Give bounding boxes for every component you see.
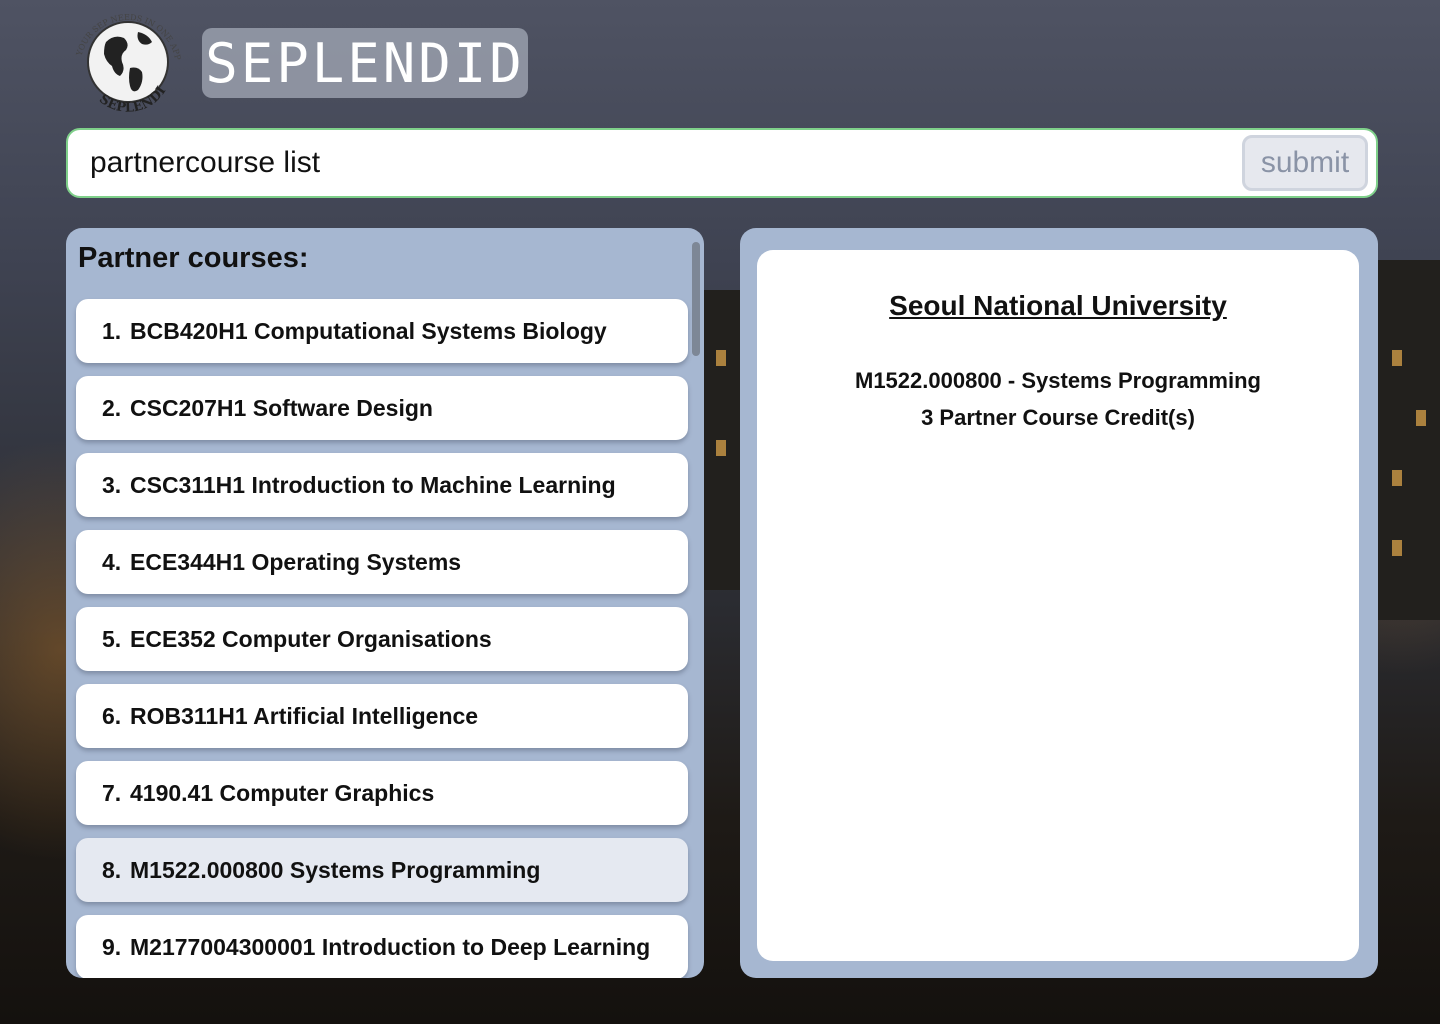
scrollbar-thumb[interactable] bbox=[692, 242, 700, 356]
course-list-item[interactable]: 1. BCB420H1 Computational Systems Biolog… bbox=[76, 299, 688, 363]
course-label: M1522.000800 Systems Programming bbox=[130, 856, 541, 883]
course-list-item[interactable]: 7. 4190.41 Computer Graphics bbox=[76, 761, 688, 825]
background-window bbox=[1416, 410, 1426, 426]
course-list-item[interactable]: 5. ECE352 Computer Organisations bbox=[76, 607, 688, 671]
background-building bbox=[1378, 260, 1440, 620]
course-credits: 3 Partner Course Credit(s) bbox=[921, 405, 1195, 430]
course-label: CSC311H1 Introduction to Machine Learnin… bbox=[130, 471, 616, 498]
background-window bbox=[1392, 350, 1402, 366]
command-input[interactable] bbox=[68, 130, 1242, 196]
command-bar: submit bbox=[66, 128, 1378, 198]
course-label: 4190.41 Computer Graphics bbox=[130, 779, 435, 806]
course-number: 3. bbox=[102, 471, 122, 498]
course-label: M2177004300001 Introduction to Deep Lear… bbox=[130, 933, 651, 960]
course-code-title: M1522.000800 - Systems Programming bbox=[855, 368, 1261, 393]
course-number: 6. bbox=[102, 702, 122, 729]
background-window bbox=[716, 440, 726, 456]
course-label: BCB420H1 Computational Systems Biology bbox=[130, 317, 607, 344]
course-number: 4. bbox=[102, 548, 122, 575]
course-list: 1. BCB420H1 Computational Systems Biolog… bbox=[76, 299, 688, 978]
course-list-item[interactable]: 6. ROB311H1 Artificial Intelligence bbox=[76, 684, 688, 748]
course-number: 9. bbox=[102, 933, 122, 960]
course-list-item[interactable]: 2. CSC207H1 Software Design bbox=[76, 376, 688, 440]
course-label: ROB311H1 Artificial Intelligence bbox=[130, 702, 479, 729]
course-list-item[interactable]: 9. M2177004300001 Introduction to Deep L… bbox=[76, 915, 688, 978]
university-name: Seoul National University bbox=[889, 290, 1227, 321]
globe-logo: YOUR SEP NEEDS IN ONE APP SEPLENDID bbox=[66, 6, 190, 122]
course-detail-panel: Seoul National University M1522.000800 -… bbox=[740, 228, 1378, 978]
course-detail-text: M1522.000800 - Systems Programming 3 Par… bbox=[757, 362, 1359, 436]
course-label: ECE344H1 Operating Systems bbox=[130, 548, 462, 575]
background-window bbox=[716, 350, 726, 366]
panel-title: Partner courses: bbox=[78, 242, 309, 274]
course-list-item[interactable]: 4. ECE344H1 Operating Systems bbox=[76, 530, 688, 594]
course-number: 8. bbox=[102, 856, 122, 883]
background-window bbox=[1392, 470, 1402, 486]
course-list-item-selected[interactable]: 8. M1522.000800 Systems Programming bbox=[76, 838, 688, 902]
course-number: 2. bbox=[102, 394, 122, 421]
course-detail-card: Seoul National University M1522.000800 -… bbox=[757, 250, 1359, 961]
background-window bbox=[1392, 540, 1402, 556]
partner-courses-panel: Partner courses: 1. BCB420H1 Computation… bbox=[66, 228, 704, 978]
course-label: ECE352 Computer Organisations bbox=[130, 625, 492, 652]
app-title-badge: SEPLENDID bbox=[202, 28, 528, 98]
app-title: SEPLENDID bbox=[205, 31, 525, 95]
submit-button[interactable]: submit bbox=[1242, 135, 1368, 191]
course-list-item[interactable]: 3. CSC311H1 Introduction to Machine Lear… bbox=[76, 453, 688, 517]
course-label: CSC207H1 Software Design bbox=[130, 394, 433, 421]
course-number: 5. bbox=[102, 625, 122, 652]
course-number: 1. bbox=[102, 317, 122, 344]
course-number: 7. bbox=[102, 779, 122, 806]
